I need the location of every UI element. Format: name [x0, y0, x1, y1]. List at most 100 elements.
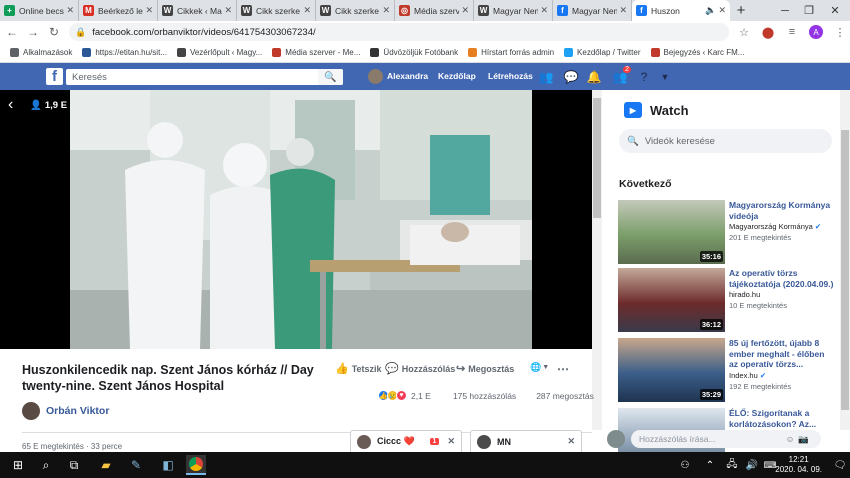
chrome-icon[interactable] [186, 455, 206, 475]
video-player[interactable]: ‹ 👤 1,9 E [0, 90, 592, 349]
author[interactable]: Orbán Viktor [22, 402, 109, 420]
page-scrollbar-thumb[interactable] [593, 98, 601, 218]
video-thumbnail[interactable]: 35:16 [618, 200, 725, 264]
reactions-summary[interactable]: 👍 😢 ♥ 2,1 E 175 hozzászólás 287 megosztá… [378, 390, 594, 401]
comment-button[interactable]: 💬 Hozzászólás [385, 362, 455, 375]
clock[interactable]: 12:21 2020. 04. 09. [775, 455, 822, 475]
up-next-video[interactable]: 35:29 85 új fertőzött, újabb 8 ember megh… [618, 338, 838, 402]
browser-tab[interactable]: W Cikkek ‹ Ma ✕ [158, 0, 237, 21]
reload-icon[interactable]: ↻ [45, 22, 63, 42]
tray-arrow-icon[interactable]: ⌃ [700, 455, 720, 475]
create-link[interactable]: Létrehozás [488, 71, 533, 81]
bookmark-item[interactable]: Kezdőlap / Twitter [564, 48, 641, 57]
browser-tab[interactable]: ◎ Média szerv ✕ [395, 0, 474, 21]
comments-count[interactable]: 175 hozzászólás [453, 391, 516, 401]
up-next-video[interactable]: 35:16 Magyarország Kormánya videója Magyar… [618, 200, 838, 264]
tab-close-icon[interactable]: ✕ [461, 5, 469, 16]
tab-close-icon[interactable]: ✕ [66, 5, 74, 16]
people-icon[interactable]: ⚇ [675, 455, 695, 475]
audience-selector[interactable]: 🌐 ▼ [530, 362, 549, 373]
profile-avatar[interactable]: A [807, 23, 825, 41]
fb-search-input[interactable]: Keresés [66, 69, 343, 85]
browser-tab[interactable]: M Beérkező le ✕ [79, 0, 158, 21]
bookmark-item[interactable]: Alkalmazások [10, 48, 72, 57]
url-field[interactable]: 🔒 facebook.com/orbanviktor/videos/641754… [69, 23, 729, 41]
minimize-icon[interactable]: ─ [772, 0, 798, 21]
tab-close-icon[interactable]: ✕ [145, 5, 153, 16]
file-explorer-icon[interactable]: ▰ [96, 455, 116, 475]
notifications-center-icon[interactable]: 🗨 [830, 455, 850, 475]
friends-icon[interactable]: 👥 [538, 69, 554, 85]
video-source[interactable]: hirado.hu [729, 290, 760, 299]
share-button[interactable]: ↪ Megosztás [456, 362, 514, 375]
video-search-input[interactable]: 🔍 Videók keresése [619, 129, 832, 153]
watch-heading[interactable]: ▶ Watch [624, 102, 689, 118]
tab-close-icon[interactable]: ✕ [718, 5, 726, 16]
reactions-count[interactable]: 2,1 E [411, 391, 431, 401]
like-button[interactable]: 👍 Tetszik [335, 362, 382, 375]
video-source[interactable]: Magyarország Kormánya ✔ [729, 222, 821, 231]
sidebar-scrollbar-thumb[interactable] [841, 130, 849, 410]
bookmark-item[interactable]: https://etitan.hu/sit... [82, 48, 167, 57]
close-chat-icon[interactable]: ✕ [447, 436, 455, 447]
help-icon[interactable]: ? [636, 69, 652, 85]
task-view-icon[interactable]: ⧉ [64, 455, 84, 475]
tab-close-icon[interactable]: ✕ [224, 5, 232, 16]
menu-icon[interactable]: ⋮ [831, 23, 849, 41]
network-icon[interactable]: 🖧 [722, 455, 742, 475]
bookmark-item[interactable]: Hírstart forrás admin [468, 48, 554, 57]
browser-tab[interactable]: W Cikk szerke ✕ [237, 0, 316, 21]
tab-close-icon[interactable]: ✕ [619, 5, 627, 16]
notifications-icon[interactable]: 🔔 [586, 69, 602, 85]
bookmark-star-icon[interactable]: ☆ [735, 23, 753, 41]
back-icon[interactable]: ← [3, 22, 21, 42]
tab-audio-icon[interactable]: 🔈 [705, 5, 716, 16]
browser-tab[interactable]: W Cikk szerke ✕ [316, 0, 395, 21]
tab-close-icon[interactable]: ✕ [540, 5, 548, 16]
video-title-link[interactable]: 85 új fertőzött, újabb 8 ember meghalt -… [729, 338, 834, 370]
video-title-link[interactable]: Magyarország Kormánya videója [729, 200, 834, 221]
tab-close-icon[interactable]: ✕ [303, 5, 311, 16]
author-avatar[interactable] [22, 402, 40, 420]
browser-tab[interactable]: f Huszon 🔈 ✕ [632, 0, 730, 21]
search-icon[interactable]: ⌕ [36, 455, 56, 475]
messenger-icon[interactable]: 💬 [563, 69, 579, 85]
bookmark-item[interactable]: Média szerver - Me... [272, 48, 360, 57]
maximize-icon[interactable]: ❐ [796, 0, 822, 21]
back-chevron-icon[interactable]: ‹ [8, 96, 13, 114]
account-menu-icon[interactable]: ▼ [657, 69, 673, 85]
search-icon[interactable]: 🔍 [318, 69, 343, 85]
new-tab-button[interactable]: + [730, 0, 752, 21]
video-thumbnail[interactable]: 36:12 [618, 268, 725, 332]
browser-tab[interactable]: + Online becs ✕ [0, 0, 79, 21]
bookmark-item[interactable]: Bejegyzés ‹ Karc FM... [650, 48, 744, 57]
sidebar-scrollbar[interactable] [840, 90, 850, 430]
browser-tab[interactable]: f Magyar Nem ✕ [553, 0, 632, 21]
page-scrollbar[interactable] [592, 90, 602, 430]
extension-icon[interactable]: ⬤ [759, 23, 777, 41]
home-link[interactable]: Kezdőlap [438, 71, 476, 81]
more-options-icon[interactable]: ⋯ [557, 362, 569, 376]
close-window-icon[interactable]: ✕ [822, 0, 848, 21]
video-title-link[interactable]: ÉLŐ: Szigorítanak a korlátozásokon? Az..… [729, 408, 834, 429]
video-thumbnail[interactable]: 35:29 [618, 338, 725, 402]
bookmark-item[interactable]: Vezérlőpult ‹ Magy... [176, 48, 262, 57]
video-frame[interactable] [70, 90, 532, 349]
close-chat-icon[interactable]: ✕ [567, 436, 575, 447]
bookmark-item[interactable]: Üdvözöljük Fotóbank [370, 48, 458, 57]
author-name[interactable]: Orbán Viktor [46, 405, 109, 417]
windows-start-icon[interactable]: ⊞ [8, 455, 28, 475]
user-avatar[interactable] [368, 69, 383, 84]
video-source[interactable]: Index.hu ✔ [729, 371, 766, 380]
video-title-link[interactable]: Az operatív törzs tájékoztatója (2020.04… [729, 268, 834, 289]
comment-input[interactable]: Hozzászólás írása... ☺📷 [631, 430, 821, 448]
tools-icon[interactable]: ✎ [126, 455, 146, 475]
chat-tab-2[interactable]: MN ✕ [470, 430, 582, 452]
comment-emoji-icons[interactable]: ☺📷 [786, 434, 813, 445]
forward-icon[interactable]: → [24, 22, 42, 42]
quick-help-icon[interactable]: 👥 2 [612, 66, 631, 85]
app-icon[interactable]: ◧ [158, 455, 178, 475]
profile-link[interactable]: Alexandra [387, 71, 428, 81]
media-control-icon[interactable]: ≡ [783, 23, 801, 41]
browser-tab[interactable]: W Magyar Nem ✕ [474, 0, 553, 21]
